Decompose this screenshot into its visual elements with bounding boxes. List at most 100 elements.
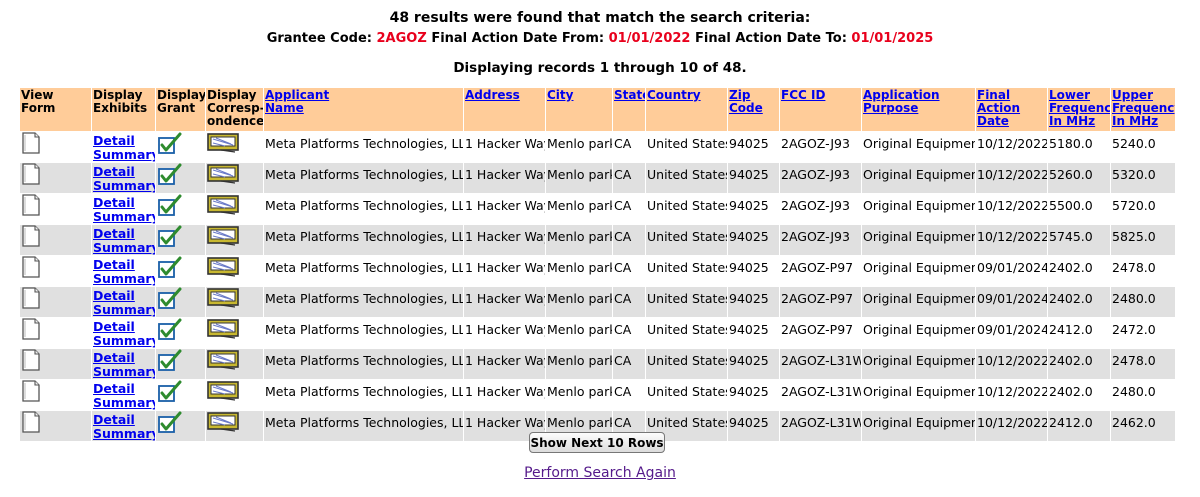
grant-check-icon[interactable] [157,194,183,221]
detail-summary-link[interactable]: Detail Summary [93,320,155,348]
document-icon[interactable] [21,225,41,250]
correspondence-envelope-icon[interactable] [207,288,241,312]
correspondence-envelope-icon[interactable] [207,319,241,343]
detail-summary-link[interactable]: Detail Summary [93,196,155,224]
col-applicant-name[interactable]: Applicant Name [264,88,464,131]
display-exhibits-cell[interactable]: Detail Summary [92,131,156,162]
display-exhibits-cell[interactable]: Detail Summary [92,224,156,255]
display-grant-cell[interactable] [156,348,206,379]
grant-check-icon[interactable] [157,163,183,190]
display-correspondence-cell[interactable] [206,317,264,348]
grant-check-icon[interactable] [157,256,183,283]
display-exhibits-cell[interactable]: Detail Summary [92,255,156,286]
display-correspondence-cell[interactable] [206,162,264,193]
correspondence-envelope-icon[interactable] [207,412,241,436]
col-upper-frequency[interactable]: Upper Frequency In MHz [1111,88,1176,131]
view-form-cell[interactable] [20,131,92,162]
col-fcc-id[interactable]: FCC ID [780,88,862,131]
detail-summary-link[interactable]: Detail Summary [93,351,155,379]
view-form-cell[interactable] [20,410,92,441]
grant-check-icon[interactable] [157,225,183,252]
display-grant-cell[interactable] [156,255,206,286]
view-form-cell[interactable] [20,224,92,255]
country: United States [646,193,728,224]
perform-search-again-link[interactable]: Perform Search Again [524,465,676,481]
correspondence-envelope-icon[interactable] [207,133,241,157]
grant-check-icon[interactable] [157,349,183,376]
col-state[interactable]: State [613,88,646,131]
display-grant-cell[interactable] [156,379,206,410]
detail-summary-link[interactable]: Detail Summary [93,258,155,286]
col-application-purpose[interactable]: Application Purpose [862,88,976,131]
country: United States [646,224,728,255]
document-icon[interactable] [21,318,41,343]
applicant-name: Meta Platforms Technologies, LLC [264,286,464,317]
display-grant-cell[interactable] [156,410,206,441]
document-icon[interactable] [21,287,41,312]
document-icon[interactable] [21,380,41,405]
display-correspondence-cell[interactable] [206,193,264,224]
display-exhibits-cell[interactable]: Detail Summary [92,317,156,348]
col-city[interactable]: City [546,88,613,131]
display-grant-cell[interactable] [156,224,206,255]
document-icon[interactable] [21,411,41,436]
view-form-cell[interactable] [20,286,92,317]
display-exhibits-cell[interactable]: Detail Summary [92,286,156,317]
correspondence-envelope-icon[interactable] [207,195,241,219]
correspondence-envelope-icon[interactable] [207,226,241,250]
col-country[interactable]: Country [646,88,728,131]
correspondence-envelope-icon[interactable] [207,381,241,405]
table-row: Detail Summary Meta Platforms Technologies… [20,162,1176,193]
detail-summary-link[interactable]: Detail Summary [93,382,155,410]
display-correspondence-cell[interactable] [206,255,264,286]
correspondence-envelope-icon[interactable] [207,350,241,374]
grant-check-icon[interactable] [157,287,183,314]
display-correspondence-cell[interactable] [206,410,264,441]
show-next-rows-button[interactable]: Show Next 10 Rows [529,432,665,453]
document-icon[interactable] [21,349,41,374]
correspondence-envelope-icon[interactable] [207,164,241,188]
grant-check-icon[interactable] [157,318,183,345]
display-exhibits-cell[interactable]: Detail Summary [92,410,156,441]
grant-check-icon[interactable] [157,411,183,438]
detail-summary-link[interactable]: Detail Summary [93,413,155,441]
table-row: Detail Summary Meta Platforms Technologies… [20,193,1176,224]
display-exhibits-cell[interactable]: Detail Summary [92,193,156,224]
col-lower-frequency[interactable]: LowerFrequencyIn MHz [1048,88,1111,131]
display-grant-cell[interactable] [156,193,206,224]
col-zip-code[interactable]: Zip Code [728,88,780,131]
lower-frequency: 5260.0 [1048,162,1111,193]
display-exhibits-cell[interactable]: Detail Summary [92,348,156,379]
document-icon[interactable] [21,132,41,157]
display-correspondence-cell[interactable] [206,224,264,255]
view-form-cell[interactable] [20,348,92,379]
grant-check-icon[interactable] [157,380,183,407]
document-icon[interactable] [21,163,41,188]
view-form-cell[interactable] [20,162,92,193]
display-exhibits-cell[interactable]: Detail Summary [92,162,156,193]
grant-check-icon[interactable] [157,132,183,159]
display-exhibits-cell[interactable]: Detail Summary [92,379,156,410]
view-form-cell[interactable] [20,255,92,286]
display-correspondence-cell[interactable] [206,348,264,379]
display-grant-cell[interactable] [156,286,206,317]
view-form-cell[interactable] [20,317,92,348]
address: 1 Hacker Way [464,193,546,224]
view-form-cell[interactable] [20,193,92,224]
correspondence-envelope-icon[interactable] [207,257,241,281]
detail-summary-link[interactable]: Detail Summary [93,165,155,193]
document-icon[interactable] [21,256,41,281]
display-correspondence-cell[interactable] [206,131,264,162]
detail-summary-link[interactable]: Detail Summary [93,227,155,255]
display-grant-cell[interactable] [156,131,206,162]
detail-summary-link[interactable]: Detail Summary [93,289,155,317]
detail-summary-link[interactable]: Detail Summary [93,134,155,162]
display-correspondence-cell[interactable] [206,379,264,410]
col-address[interactable]: Address [464,88,546,131]
display-grant-cell[interactable] [156,162,206,193]
document-icon[interactable] [21,194,41,219]
col-final-action-date[interactable]: Final Action Date [976,88,1048,131]
display-correspondence-cell[interactable] [206,286,264,317]
display-grant-cell[interactable] [156,317,206,348]
view-form-cell[interactable] [20,379,92,410]
